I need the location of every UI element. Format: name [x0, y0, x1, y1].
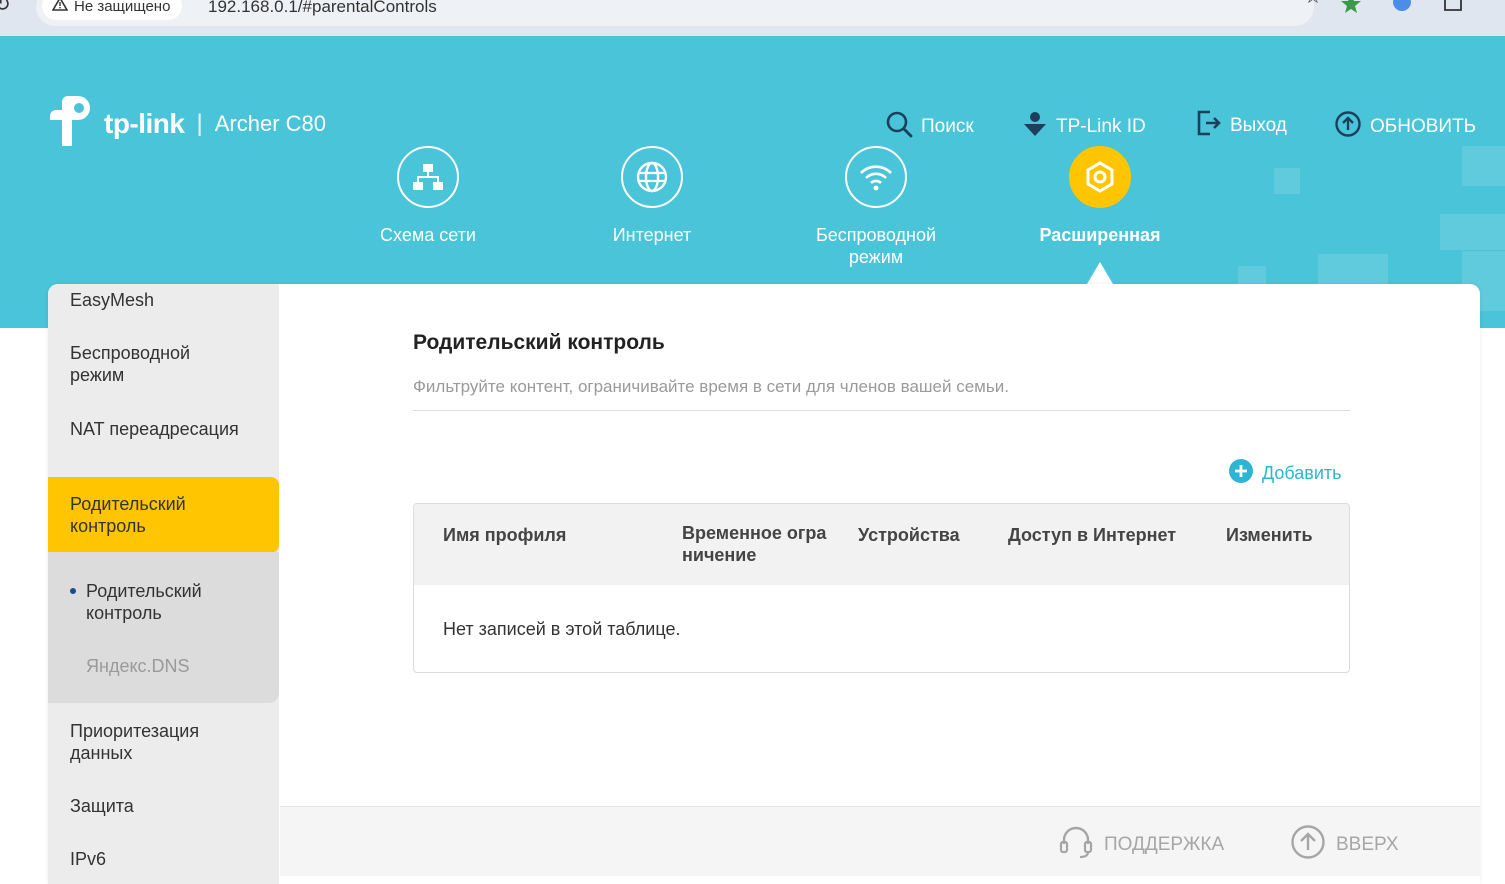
submenu-item-yandex-dns[interactable]: Яндекс.DNS: [86, 655, 190, 677]
sidebar-item-easymesh[interactable]: EasyMesh: [48, 289, 279, 311]
warning-icon: [51, 0, 69, 15]
logout-button[interactable]: Выход: [1196, 110, 1287, 142]
tab-label: Расширенная: [1039, 225, 1161, 245]
page-title: Родительский контроль: [413, 331, 665, 354]
profile-extension-icon[interactable]: [1390, 0, 1414, 16]
support-button[interactable]: ПОДДЕРЖКА: [1058, 824, 1224, 866]
column-header-line: Временное огра: [682, 523, 827, 543]
reload-icon[interactable]: ↻: [0, 0, 11, 17]
active-tab-pointer: [1087, 262, 1113, 284]
search-label: Поиск: [921, 116, 974, 137]
active-bullet: [70, 588, 76, 594]
search-button[interactable]: Поиск: [885, 110, 974, 144]
url-text[interactable]: 192.168.0.1/#parentalControls: [208, 0, 437, 17]
tab-network-map[interactable]: Схема сети: [348, 146, 508, 246]
sidebar-item-ipv6[interactable]: IPv6: [48, 848, 279, 870]
submenu-item-parental-controls[interactable]: Родительский контроль: [70, 580, 236, 624]
logo-separator: |: [196, 109, 203, 137]
tab-internet[interactable]: Интернет: [572, 146, 732, 246]
profiles-table: Имя профиля Временное огра ничение Устро…: [413, 503, 1350, 673]
tab-label: Интернет: [612, 225, 692, 245]
tplink-logo: tp-link | Archer C80: [46, 96, 326, 151]
security-chip[interactable]: Не защищено: [42, 0, 183, 20]
wifi-icon: [845, 146, 907, 208]
empty-table-message: Нет записей в этой таблице.: [443, 619, 681, 639]
tplink-logo-icon: [46, 96, 98, 151]
extension-icon[interactable]: [1340, 0, 1364, 16]
tab-advanced[interactable]: Расширенная: [1020, 146, 1180, 246]
security-label: Не защищено: [74, 0, 171, 15]
column-header-edit: Изменить: [1226, 525, 1313, 545]
sidebar-item-wireless[interactable]: Беспроводной режим: [48, 342, 240, 386]
logout-label: Выход: [1230, 115, 1287, 136]
top-label: ВВЕРХ: [1336, 834, 1399, 855]
upload-circle-icon: [1334, 110, 1362, 144]
column-header-time-limit: Временное огра ничение: [682, 522, 826, 566]
back-to-top-button[interactable]: ВВЕРХ: [1290, 824, 1399, 866]
headset-icon: [1058, 824, 1094, 866]
user-icon: [1022, 110, 1048, 144]
page-description: Фильтруйте контент, ограничивайте время …: [413, 377, 1009, 396]
sidebar: EasyMesh Беспроводной режим NAT переадре…: [48, 284, 279, 884]
sidebar-item-security[interactable]: Защита: [48, 795, 279, 817]
network-map-icon: [397, 146, 459, 208]
submenu-label: Родительский контроль: [86, 581, 202, 623]
browser-chrome: ↻ Не защищено 192.168.0.1/#parentalContr…: [0, 0, 1505, 36]
sidebar-item-parental-controls[interactable]: Родительский контроль: [48, 477, 279, 553]
arrow-up-circle-icon: [1290, 824, 1326, 866]
sidebar-item-qos[interactable]: Приоритезация данных: [48, 720, 240, 764]
tplink-id-button[interactable]: TP-Link ID: [1022, 110, 1146, 144]
add-label: Добавить: [1262, 463, 1342, 483]
logout-icon: [1196, 110, 1222, 142]
update-button[interactable]: ОБНОВИТЬ: [1334, 110, 1476, 144]
column-header-devices: Устройства: [858, 525, 960, 545]
gear-icon: [1069, 146, 1131, 208]
brand-name: tp-link: [104, 107, 185, 139]
update-label: ОБНОВИТЬ: [1370, 116, 1477, 137]
submenu: Родительский контроль Яндекс.DNS: [48, 552, 279, 703]
tplink-id-label: TP-Link ID: [1056, 116, 1146, 137]
sidebar-item-label: Родительский контроль: [70, 494, 186, 536]
share-icon[interactable]: [1442, 0, 1466, 16]
search-icon: [885, 110, 913, 144]
column-header-line: ничение: [682, 545, 757, 565]
plus-circle-icon: [1228, 458, 1254, 489]
column-header-profile-name: Имя профиля: [443, 525, 567, 545]
sidebar-item-nat[interactable]: NAT переадресация: [48, 418, 240, 440]
table-header: Имя профиля Временное огра ничение Устро…: [414, 504, 1349, 585]
tab-wireless[interactable]: Беспроводной режим: [796, 146, 956, 268]
column-header-internet-access: Доступ в Интернет: [1008, 525, 1177, 545]
divider: [413, 410, 1350, 411]
router-model: Archer C80: [214, 110, 327, 136]
tab-label: Беспроводной режим: [815, 225, 937, 267]
globe-icon: [621, 146, 683, 208]
support-label: ПОДДЕРЖКА: [1104, 834, 1225, 855]
add-profile-button[interactable]: Добавить: [1228, 458, 1342, 489]
address-bar[interactable]: Не защищено 192.168.0.1/#parentalControl…: [36, 0, 1322, 26]
bookmark-star-icon[interactable]: ☆: [1304, 0, 1322, 9]
tab-label: Схема сети: [380, 225, 476, 245]
